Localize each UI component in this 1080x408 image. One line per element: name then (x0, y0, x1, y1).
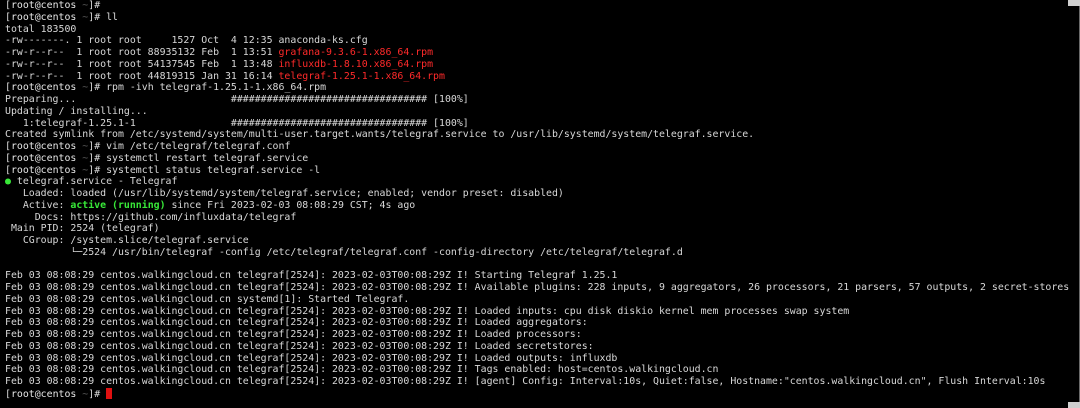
service-active-line: Active: active (running) since Fri 2023-… (5, 200, 1076, 212)
output-line: Feb 03 08:08:29 centos.walkingcloud.cn t… (5, 306, 1076, 318)
output-text: Preparing... ###########################… (5, 94, 469, 105)
prompt-line: [root@centos ~]# systemctl status telegr… (5, 165, 1076, 177)
output-text: Created symlink from /etc/systemd/system… (5, 129, 755, 141)
vertical-scrollbar[interactable] (1068, 0, 1080, 408)
active-since: since Fri 2023-02-03 08:08:29 CST; 4s ag… (165, 199, 416, 211)
output-line: total 183500 (5, 24, 1076, 36)
prompt-user-host: root@centos (10, 164, 77, 176)
output-line: Feb 03 08:08:29 centos.walkingcloud.cn t… (5, 282, 1076, 294)
command-text: rpm -ivh telegraf-1.25.1-1.x86_64.rpm (100, 82, 327, 94)
prompt-line: [root@centos ~]# (5, 0, 1076, 12)
output-line: Loaded: loaded (/usr/lib/systemd/system/… (5, 188, 1076, 200)
output-text: Feb 03 08:08:29 centos.walkingcloud.cn t… (5, 352, 618, 364)
file-name: anaconda-ks.cfg (278, 35, 368, 47)
file-name: grafana-9.3.6-1.x86_64.rpm (278, 47, 434, 58)
output-text: Updating / installing... (5, 105, 148, 117)
prompt-symbol: ]# (88, 164, 101, 176)
output-text: Feb 03 08:08:29 centos.walkingcloud.cn s… (5, 293, 410, 305)
command-text: systemctl restart telegraf.service (100, 152, 309, 164)
file-meta: -rw-r--r-- 1 root root 54137545 Feb 1 13… (5, 58, 279, 70)
output-text: Feb 03 08:08:29 centos.walkingcloud.cn t… (5, 340, 594, 352)
prompt-user-host: root@centos (10, 152, 77, 164)
prompt-user-host: root@centos (10, 0, 77, 11)
prompt-line: [root@centos ~]# systemctl restart teleg… (5, 153, 1076, 165)
prompt-symbol: ]# (88, 82, 101, 94)
prompt-line: [root@centos ~]# (5, 387, 1076, 400)
output-line: Feb 03 08:08:29 centos.walkingcloud.cn s… (5, 294, 1076, 306)
output-text: Feb 03 08:08:29 centos.walkingcloud.cn t… (5, 305, 850, 317)
prompt-line: [root@centos ~]# vim /etc/telegraf/teleg… (5, 141, 1076, 153)
output-line: Updating / installing... (5, 106, 1076, 118)
output-text: CGroup: /system.slice/telegraf.service (5, 235, 249, 246)
active-label: Active: (5, 199, 71, 211)
file-listing-row: -rw-r--r-- 1 root root 54137545 Feb 1 13… (5, 59, 1076, 71)
prompt-path: ~ (76, 11, 89, 23)
prompt-symbol: ]# (88, 11, 101, 23)
prompt-line: [root@centos ~]# rpm -ivh telegraf-1.25.… (5, 82, 1076, 94)
output-line: Feb 03 08:08:29 centos.walkingcloud.cn t… (5, 270, 1076, 282)
output-text: Feb 03 08:08:29 centos.walkingcloud.cn t… (5, 376, 1046, 387)
prompt-symbol: ]# (88, 141, 101, 152)
output-line: Docs: https://github.com/influxdata/tele… (5, 212, 1076, 224)
file-meta: -rw-------. 1 root root 1527 Oct 4 12:35 (5, 35, 279, 47)
output-text: Feb 03 08:08:29 centos.walkingcloud.cn t… (5, 329, 582, 340)
output-line: Feb 03 08:08:29 centos.walkingcloud.cn t… (5, 317, 1076, 329)
scrollbar-top-cap[interactable] (1068, 0, 1080, 6)
output-line: Feb 03 08:08:29 centos.walkingcloud.cn t… (5, 329, 1076, 341)
prompt-path: ~ (76, 164, 89, 176)
prompt-symbol: ]# (88, 152, 101, 164)
file-name: influxdb-1.8.10.x86_64.rpm (278, 58, 434, 70)
text-cursor (106, 387, 113, 399)
prompt-path: ~ (76, 152, 89, 164)
prompt-user-host: root@centos (10, 11, 77, 23)
active-status: active (running) (70, 199, 166, 211)
output-text: Feb 03 08:08:29 centos.walkingcloud.cn t… (5, 282, 1070, 293)
output-line: Feb 03 08:08:29 centos.walkingcloud.cn t… (5, 364, 1076, 376)
output-text: Docs: https://github.com/influxdata/tele… (5, 211, 297, 223)
prompt-user-host: root@centos (10, 388, 77, 400)
command-text: systemctl status telegraf.service -l (100, 164, 321, 176)
prompt-symbol: ]# (88, 0, 101, 11)
scrollbar-bottom-cap[interactable] (1068, 402, 1080, 408)
output-text: Main PID: 2524 (telegraf) (5, 223, 160, 235)
service-title: telegraf.service - Telegraf (10, 176, 178, 188)
command-text: ll (100, 11, 118, 23)
service-header-line: ● telegraf.service - Telegraf (5, 176, 1076, 188)
prompt-path: ~ (76, 141, 89, 152)
command-text: vim /etc/telegraf/telegraf.conf (100, 141, 291, 152)
output-line: 1:telegraf-1.25.1-1 ####################… (5, 118, 1076, 130)
output-line: Preparing... ###########################… (5, 94, 1076, 106)
prompt-path: ~ (76, 82, 89, 94)
output-text: total 183500 (5, 23, 77, 35)
prompt-path: ~ (76, 0, 89, 11)
output-text: Feb 03 08:08:29 centos.walkingcloud.cn t… (5, 270, 618, 282)
output-text: 1:telegraf-1.25.1-1 ####################… (5, 117, 469, 129)
file-listing-row: -rw-r--r-- 1 root root 44819315 Jan 31 1… (5, 71, 1076, 83)
file-listing-row: -rw-------. 1 root root 1527 Oct 4 12:35… (5, 35, 1076, 47)
prompt-line: [root@centos ~]# ll (5, 12, 1076, 24)
prompt-user-host: root@centos (10, 141, 77, 152)
output-line: CGroup: /system.slice/telegraf.service (5, 235, 1076, 247)
output-line: Feb 03 08:08:29 centos.walkingcloud.cn t… (5, 341, 1076, 353)
output-text: Feb 03 08:08:29 centos.walkingcloud.cn t… (5, 317, 588, 329)
output-text: Feb 03 08:08:29 centos.walkingcloud.cn t… (5, 364, 719, 376)
output-line: Created symlink from /etc/systemd/system… (5, 129, 1076, 141)
prompt-path: ~ (76, 388, 89, 400)
file-name: telegraf-1.25.1-1.x86_64.rpm (278, 70, 445, 82)
output-line: Feb 03 08:08:29 centos.walkingcloud.cn t… (5, 353, 1076, 365)
output-line: └─2524 /usr/bin/telegraf -config /etc/te… (5, 247, 1076, 259)
file-meta: -rw-r--r-- 1 root root 88935132 Feb 1 13… (5, 47, 279, 58)
prompt-user-host: root@centos (10, 82, 77, 94)
prompt-symbol: ]# (88, 388, 101, 400)
output-line: Main PID: 2524 (telegraf) (5, 223, 1076, 235)
output-text: └─2524 /usr/bin/telegraf -config /etc/te… (5, 246, 683, 258)
file-listing-row: -rw-r--r-- 1 root root 88935132 Feb 1 13… (5, 47, 1076, 59)
output-line: Feb 03 08:08:29 centos.walkingcloud.cn t… (5, 376, 1076, 388)
terminal-output[interactable]: [root@centos ~]# [root@centos ~]# ll total… (0, 0, 1080, 408)
output-text: Loaded: loaded (/usr/lib/systemd/system/… (5, 188, 564, 199)
file-meta: -rw-r--r-- 1 root root 44819315 Jan 31 1… (5, 70, 279, 82)
